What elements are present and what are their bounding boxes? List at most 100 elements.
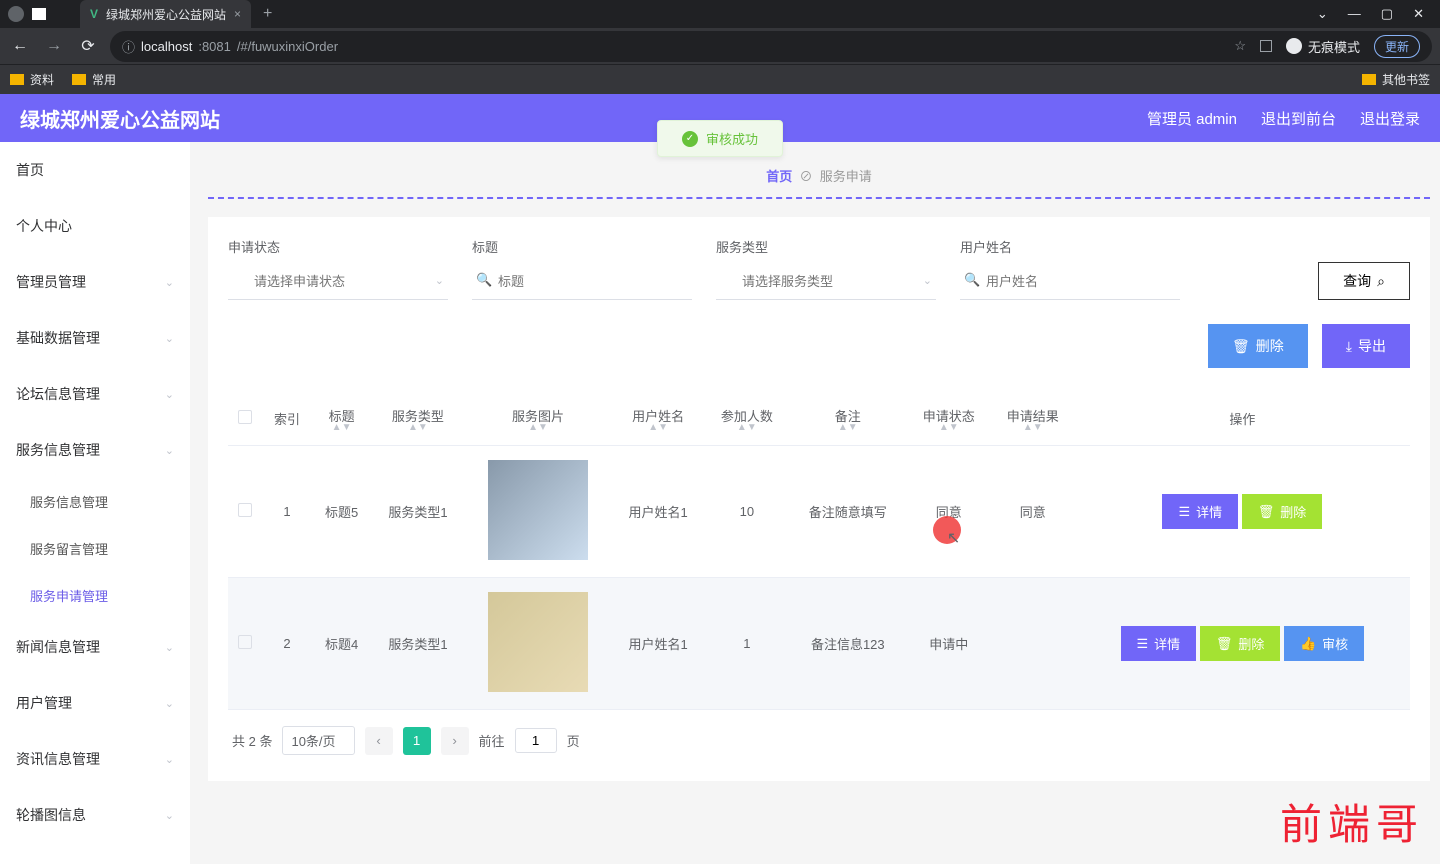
sidebar-carousel[interactable]: 轮播图信息⌄: [0, 787, 190, 843]
other-bookmarks[interactable]: 其他书签: [1362, 71, 1430, 88]
bulk-delete-button[interactable]: 🗑删除: [1208, 324, 1308, 368]
star-icon[interactable]: ☆: [1234, 38, 1246, 54]
sidebar-forum[interactable]: 论坛信息管理⌄: [0, 366, 190, 422]
sidebar-admin[interactable]: 管理员管理⌄: [0, 254, 190, 310]
col-count[interactable]: 参加人数▲▼: [705, 392, 789, 446]
page-number-button[interactable]: 1: [403, 727, 431, 755]
col-note[interactable]: 备注 ▲▼: [789, 392, 907, 446]
tab-title: 绿城郑州爱心公益网站: [106, 6, 226, 23]
query-button[interactable]: 查询 ⌕: [1318, 262, 1410, 300]
col-user[interactable]: 用户姓名▲▼: [611, 392, 704, 446]
chevron-down-icon: ⌄: [165, 641, 174, 654]
folder-icon: [1362, 74, 1376, 85]
sidebar-personal[interactable]: 个人中心: [0, 198, 190, 254]
pager-total: 共 2 条: [232, 731, 272, 750]
forward-button[interactable]: →: [42, 37, 66, 55]
sidebar-service[interactable]: 服务信息管理⌄: [0, 422, 190, 478]
toast-message: 审核成功: [706, 129, 758, 148]
row-checkbox[interactable]: [238, 635, 252, 649]
search-icon: ⌕: [1377, 273, 1385, 290]
sort-icon: ▲▼: [617, 425, 698, 431]
close-window-icon[interactable]: ✕: [1413, 6, 1424, 22]
sidebar-info[interactable]: 资讯信息管理⌄: [0, 731, 190, 787]
back-button[interactable]: ←: [8, 37, 32, 55]
logout-link[interactable]: 退出登录: [1360, 108, 1420, 129]
cell-status: 同意: [907, 446, 991, 578]
col-img[interactable]: 服务图片 ▲▼: [465, 392, 612, 446]
new-tab-button[interactable]: +: [251, 5, 284, 23]
breadcrumb: 首页 ⊘ 服务申请: [208, 160, 1430, 197]
incognito-badge: 无痕模式: [1286, 37, 1360, 56]
tab-bar: V 绿城郑州爱心公益网站 × + ⌄ — ▢ ✕: [0, 0, 1440, 28]
filter-card: 申请状态 ⌄ 标题 🔍 服务类型: [208, 217, 1430, 781]
prev-page-button[interactable]: ‹: [365, 727, 393, 755]
chevron-down-icon: ⌄: [923, 274, 932, 287]
incognito-icon: [1286, 38, 1302, 54]
col-result[interactable]: 申请结果▲▼: [991, 392, 1075, 446]
thumbs-up-icon: 👍: [1300, 636, 1316, 652]
next-page-button[interactable]: ›: [441, 727, 469, 755]
site-info-icon[interactable]: ⓘ: [122, 37, 135, 56]
reload-button[interactable]: ⟳: [76, 36, 100, 56]
filter-title-label: 标题: [472, 237, 692, 256]
browser-tab[interactable]: V 绿城郑州爱心公益网站 ×: [80, 0, 251, 28]
col-title[interactable]: 标题 ▲▼: [312, 392, 371, 446]
sidebar-users[interactable]: 用户管理⌄: [0, 675, 190, 731]
col-type[interactable]: 服务类型▲▼: [371, 392, 464, 446]
chevron-down-icon: ⌄: [165, 809, 174, 822]
watermark: 前端哥: [1280, 791, 1424, 852]
delete-button[interactable]: 🗑删除: [1242, 494, 1323, 529]
filter-type-select[interactable]: [716, 264, 936, 300]
filter-title-input[interactable]: [472, 264, 692, 300]
export-button[interactable]: ⤓导出: [1322, 324, 1410, 368]
cell-index: 2: [262, 578, 312, 710]
download-icon: ⤓: [1346, 338, 1352, 355]
service-image[interactable]: [488, 592, 588, 692]
page-size-select[interactable]: 10条/页: [282, 726, 354, 755]
filter-user-input[interactable]: [960, 264, 1180, 300]
audit-button[interactable]: 👍审核: [1284, 626, 1364, 661]
sidebar-sub-service-msg[interactable]: 服务留言管理: [0, 525, 190, 572]
col-index[interactable]: 索引: [262, 392, 312, 446]
chevron-down-icon[interactable]: ⌄: [1317, 6, 1328, 22]
sidebar-base[interactable]: 基础数据管理⌄: [0, 310, 190, 366]
maximize-icon[interactable]: ▢: [1381, 6, 1393, 22]
extensions-icon[interactable]: [1260, 40, 1272, 52]
detail-button[interactable]: ☰详情: [1121, 626, 1197, 661]
trash-icon: 🗑: [1258, 504, 1275, 520]
sort-icon: ▲▼: [997, 425, 1069, 431]
chevron-down-icon: ⌄: [165, 753, 174, 766]
url-path: /#/fuwuxinxiOrder: [237, 39, 338, 54]
select-all-checkbox[interactable]: [238, 410, 252, 424]
trash-icon: 🗑: [1216, 636, 1233, 652]
cursor-icon: ↖: [947, 528, 960, 548]
sidebar-home[interactable]: 首页: [0, 142, 190, 198]
bookmark-bar: 资料 常用 其他书签: [0, 64, 1440, 94]
minimize-icon[interactable]: —: [1348, 6, 1361, 22]
row-checkbox[interactable]: [238, 503, 252, 517]
list-icon: ☰: [1178, 504, 1190, 520]
breadcrumb-home[interactable]: 首页: [766, 169, 792, 184]
close-tab-icon[interactable]: ×: [234, 7, 241, 21]
cell-count: 1: [705, 578, 789, 710]
sidebar-news[interactable]: 新闻信息管理⌄: [0, 619, 190, 675]
check-icon: ✓: [682, 131, 698, 147]
sort-icon: ▲▼: [913, 425, 985, 431]
detail-button[interactable]: ☰详情: [1162, 494, 1238, 529]
delete-button[interactable]: 🗑删除: [1200, 626, 1281, 661]
url-input[interactable]: ⓘ localhost:8081/#/fuwuxinxiOrder ☆ 无痕模式…: [110, 31, 1432, 62]
exit-to-front-link[interactable]: 退出到前台: [1261, 108, 1336, 129]
sort-icon: ▲▼: [711, 425, 783, 431]
filter-status-select[interactable]: [228, 264, 448, 300]
sidebar-sub-service-info[interactable]: 服务信息管理: [0, 478, 190, 525]
filter-status-label: 申请状态: [228, 237, 448, 256]
update-button[interactable]: 更新: [1374, 35, 1420, 58]
service-image[interactable]: [488, 460, 588, 560]
col-status[interactable]: 申请状态▲▼: [907, 392, 991, 446]
goto-page-input[interactable]: [515, 728, 557, 753]
success-toast: ✓ 审核成功: [657, 120, 783, 157]
sidebar-sub-service-apply[interactable]: 服务申请管理: [0, 572, 190, 619]
bookmark-folder-2[interactable]: 常用: [72, 71, 116, 88]
bookmark-folder-1[interactable]: 资料: [10, 71, 54, 88]
cell-result: [991, 578, 1075, 710]
